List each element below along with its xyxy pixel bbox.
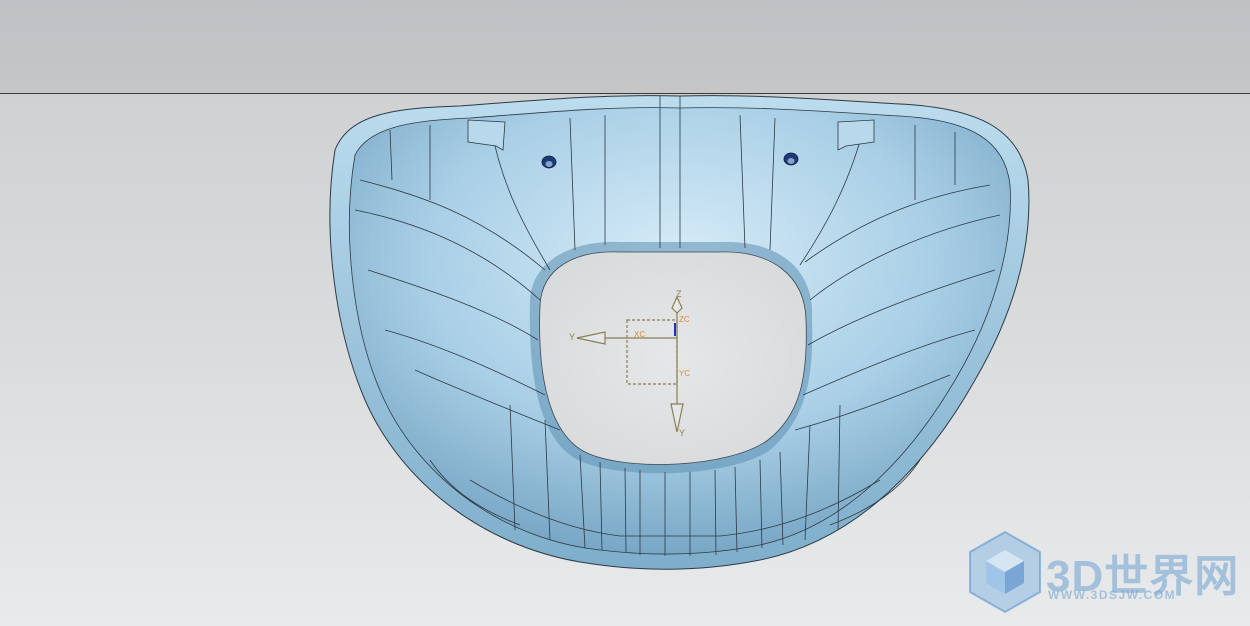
right-screw-hole: [783, 152, 799, 166]
csys-yprime-label: Y: [679, 428, 685, 438]
seat-center-hole: [539, 251, 807, 465]
site-watermark: 3D世界网 WWW.3DSJW.COM: [966, 530, 1238, 614]
cube-logo-icon: [969, 530, 1041, 614]
csys-xc-label: XC: [634, 330, 645, 339]
csys-z-label: Z: [676, 289, 682, 299]
watermark-url: WWW.3DSJW.COM: [1048, 588, 1177, 602]
csys-zc-label: ZC: [679, 315, 690, 324]
csys-y-label: Y: [569, 332, 575, 342]
left-screw-hole: [541, 155, 557, 169]
csys-yc-label: YC: [679, 369, 690, 378]
